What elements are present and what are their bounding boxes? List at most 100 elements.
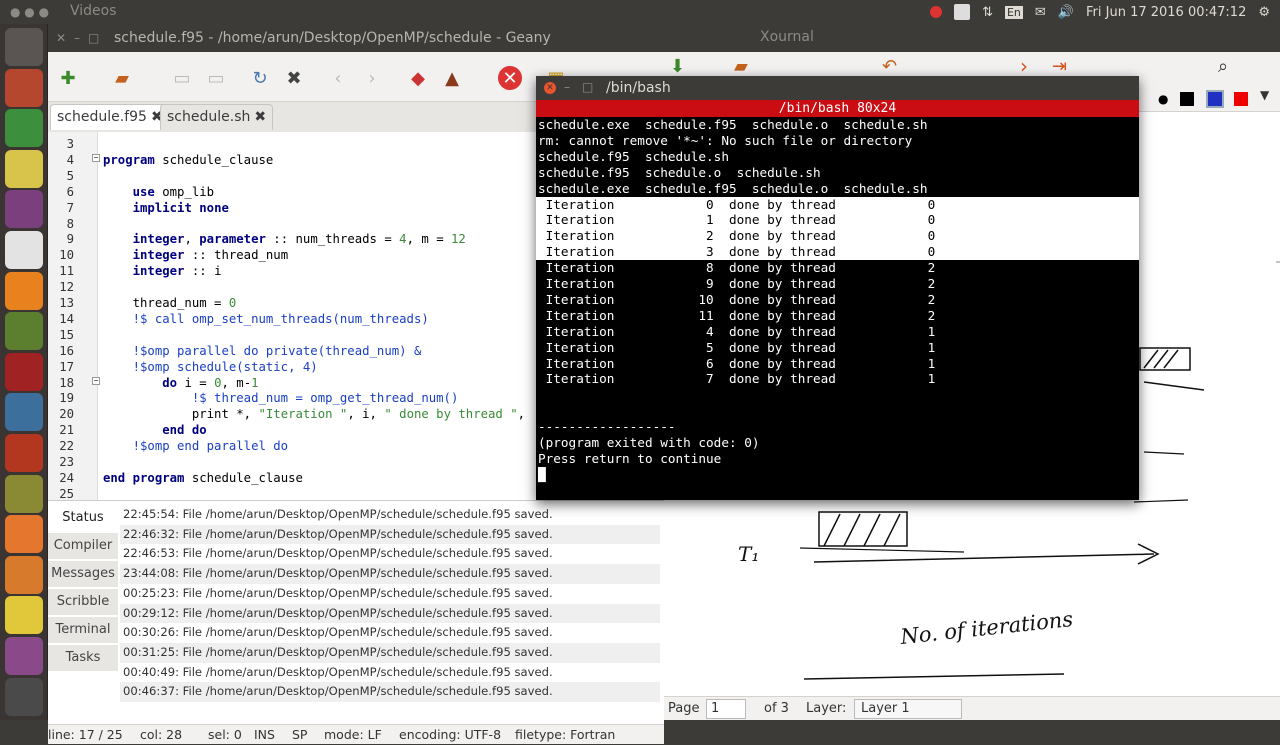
terminal-window: ✕ – □ /bin/bash /bin/bash 80x24 schedule… [536,76,1139,500]
back-icon[interactable]: ‹ [326,66,350,90]
geany-icon[interactable] [5,474,43,513]
code-text: end program schedule_clause [103,470,303,485]
xournal-titlebar: Xournal [664,24,1280,52]
line-number: 24 [48,469,74,486]
color-red-icon[interactable] [1234,92,1248,106]
open-icon[interactable]: ▰ [734,56,748,77]
tab-tasks[interactable]: Tasks [48,645,118,671]
line-number: 21 [48,422,74,439]
terminal-line: Iteration 7 done by thread 1 [538,371,936,387]
tab-terminal[interactable]: Terminal [48,617,118,643]
handwritten-t1: T₁ [738,542,760,566]
active-window-title: Videos [70,3,117,19]
line-number: 16 [48,342,74,359]
code-text: !$ thread_num = omp_get_thread_num() [103,391,459,406]
system-tray: ⇅ En ✉ 🔊 Fri Jun 17 2016 00:47:12 ⚙ [930,0,1270,24]
files-icon[interactable] [5,68,43,107]
color-blue-icon[interactable] [1206,90,1224,108]
line-number: 20 [48,406,74,423]
chevron-down-icon[interactable]: ▼ [1260,88,1269,102]
top-panel: ● ● ● Videos ⇅ En ✉ 🔊 Fri Jun 17 2016 00… [0,0,1280,24]
volume-icon[interactable]: 🔊 [1058,5,1074,20]
status-filetype: filetype: Fortran [515,727,616,742]
code-text: implicit none [132,200,229,215]
clock-icon[interactable] [5,434,43,472]
network-icon[interactable]: ⇅ [982,5,993,20]
tab-messages[interactable]: Messages [48,561,118,587]
software-icon[interactable] [5,515,43,554]
tab-schedule-sh[interactable]: schedule.sh ✖ [160,104,274,130]
settings-gear-icon[interactable]: ⚙ [1258,5,1270,20]
window-controls[interactable]: ✕–□ [56,31,107,45]
forward-icon[interactable]: › [360,66,384,90]
tools-icon[interactable] [5,312,43,351]
maximize-icon[interactable]: □ [582,80,593,94]
revert-icon[interactable]: ↻ [248,66,272,90]
open-file-icon[interactable]: ▰ [110,66,134,90]
status-sel: sel: 0 [208,727,242,742]
clock[interactable]: Fri Jun 17 2016 00:47:12 [1086,5,1246,20]
status-message: 00:31:25: File /home/arun/Desktop/OpenMP… [120,642,660,663]
notes-icon[interactable] [954,4,971,20]
line-number: 19 [48,390,74,407]
close-icon[interactable]: ✕ [544,82,556,94]
window-title: Xournal [760,29,814,45]
next-page-icon[interactable]: › [1020,54,1028,78]
mail-icon[interactable]: ✉ [1035,5,1046,20]
new-file-icon[interactable]: ✚ [56,66,80,90]
bird-icon[interactable] [5,393,43,432]
keyboard-layout[interactable]: En [1004,5,1023,19]
purple-app-icon[interactable] [5,190,43,229]
trash-icon[interactable] [5,677,43,716]
save-icon[interactable]: ▭ [170,66,194,90]
save-icon[interactable]: ⬇ [670,56,685,77]
linux-icon[interactable] [5,596,43,635]
kitten-icon[interactable] [5,555,43,594]
color-black-icon[interactable] [1180,92,1194,106]
chrome-icon[interactable] [5,109,43,148]
xournal-statusbar: Page 1 of 3 Layer: Layer 1 [664,696,1280,720]
terminal-icon[interactable] [5,352,43,391]
window-controls[interactable]: ● ● ● [10,5,49,19]
window-title: schedule.f95 - /home/arun/Desktop/OpenMP… [114,30,551,46]
terminal-line: █ [538,466,546,482]
pen-thin-icon[interactable]: ● [1158,92,1168,106]
line-number: 14 [48,310,74,327]
close-tab-icon[interactable]: ✖ [254,109,266,125]
code-text: end do [162,423,207,438]
fold-marker-icon[interactable]: − [92,153,100,162]
terminal-output[interactable]: schedule.exe schedule.f95 schedule.o sch… [536,117,1139,500]
code-text: do i = 0, m-1 [162,375,259,390]
vlc-icon[interactable] [5,271,43,310]
dash-icon[interactable] [5,28,43,66]
terminal-header-bar: /bin/bash 80x24 [536,100,1139,117]
close-file-icon[interactable]: ✖ [282,66,306,90]
sage-icon[interactable] [5,149,43,188]
terminal-line: Iteration 4 done by thread 1 [538,323,936,339]
stop-icon[interactable]: ✕ [498,66,522,90]
code-text: !$omp parallel do private(thread_num) & [103,343,422,358]
fold-marker-icon[interactable]: − [92,376,100,385]
status-col: col: 28 [140,727,183,742]
monitor-icon[interactable] [5,637,43,675]
message-window: Status Compiler Messages Scribble Terminal Ta… [48,500,664,724]
page-input[interactable]: 1 [706,699,746,719]
tab-status[interactable]: Status [48,505,118,531]
tab-compiler[interactable]: Compiler [48,533,118,559]
zoom-icon[interactable]: ⌕ [1218,56,1228,77]
record-icon[interactable] [930,6,943,18]
terminal-line: Iteration 5 done by thread 1 [538,339,936,355]
build-icon[interactable]: ▲ [440,66,464,90]
save-all-icon[interactable]: ▭ [204,66,228,90]
tab-scribble[interactable]: Scribble [48,589,118,615]
status-message: 22:46:32: File /home/arun/Desktop/OpenMP… [120,524,660,545]
line-number: 5 [48,167,74,184]
writer-icon[interactable] [5,231,43,269]
terminal-line: Iteration 2 done by thread 0 [536,228,1139,245]
last-page-icon[interactable]: ⇥ [1052,56,1067,77]
minimize-icon[interactable]: – [564,80,570,94]
tab-schedule-f95[interactable]: schedule.f95 ✖ [50,104,170,130]
layer-select[interactable]: Layer 1 [854,699,962,719]
undo-icon[interactable]: ↶ [882,56,897,77]
compile-icon[interactable]: ◆ [406,66,430,90]
